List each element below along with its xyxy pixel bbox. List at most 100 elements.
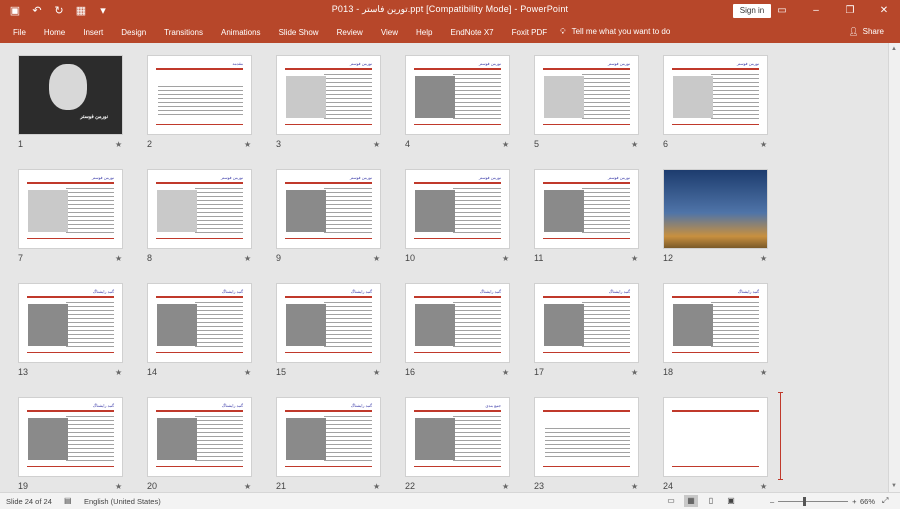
transition-star-icon[interactable]: ★ xyxy=(760,140,767,149)
ribbon-tab[interactable]: Foxit PDF xyxy=(512,28,548,37)
slide-thumbnail[interactable]: نورمن فوستر xyxy=(18,169,123,249)
vertical-scrollbar[interactable]: ▲ ▼ xyxy=(888,43,900,492)
slide-heading: گنبد رایشتاگ xyxy=(350,403,372,408)
slide-thumbnail[interactable]: نورمن فوستر xyxy=(18,55,123,135)
slide-thumbnail[interactable]: نورمن فوستر xyxy=(405,55,510,135)
language-indicator[interactable]: English (United States) xyxy=(84,497,161,506)
ribbon-tab[interactable]: Design xyxy=(121,28,146,37)
slide-thumbnail[interactable]: گنبد رایشتاگ xyxy=(534,283,639,363)
transition-star-icon[interactable]: ★ xyxy=(760,368,767,377)
ribbon-tab[interactable]: Transitions xyxy=(164,28,203,37)
slide-body-text xyxy=(453,74,501,120)
zoom-in-icon[interactable]: + xyxy=(852,497,856,506)
transition-star-icon[interactable]: ★ xyxy=(373,254,380,263)
ribbon-tab[interactable]: Slide Show xyxy=(279,28,319,37)
slide-thumbnail[interactable]: گنبد رایشتاگ xyxy=(276,397,381,477)
transition-star-icon[interactable]: ★ xyxy=(631,368,638,377)
slide-number: 6 xyxy=(663,139,669,149)
slide-thumbnail[interactable]: نورمن فوستر xyxy=(663,55,768,135)
sign-in-button[interactable]: Sign in xyxy=(733,4,771,18)
slide-image xyxy=(286,418,326,460)
transition-star-icon[interactable]: ★ xyxy=(115,254,122,263)
transition-star-icon[interactable]: ★ xyxy=(244,368,251,377)
slide-number: 13 xyxy=(18,367,29,377)
slide-image xyxy=(286,190,326,232)
share-button[interactable]: 👤︎ Share xyxy=(848,27,884,36)
ribbon-tab[interactable]: View xyxy=(381,28,398,37)
minimize-icon[interactable]: – xyxy=(810,3,822,19)
fit-to-window-icon[interactable]: ⤢ xyxy=(882,496,888,506)
slide-footer-rule xyxy=(543,238,630,239)
slideshow-view-icon[interactable]: ▣ xyxy=(724,495,738,507)
transition-star-icon[interactable]: ★ xyxy=(244,482,251,491)
transition-star-icon[interactable]: ★ xyxy=(115,482,122,491)
slide-heading: گنبد رایشتاگ xyxy=(221,289,243,294)
share-label: Share xyxy=(862,27,884,36)
slide-rule xyxy=(672,68,759,70)
slide-thumbnail[interactable]: نورمن فوستر xyxy=(405,169,510,249)
slide-thumbnail[interactable]: گنبد رایشتاگ xyxy=(663,283,768,363)
transition-star-icon[interactable]: ★ xyxy=(244,254,251,263)
transition-star-icon[interactable]: ★ xyxy=(502,482,509,491)
ribbon-tab[interactable]: Help xyxy=(416,28,432,37)
ribbon-tab[interactable]: Insert xyxy=(83,28,103,37)
slide-thumbnail[interactable]: نورمن فوستر xyxy=(276,169,381,249)
slide-thumbnail[interactable]: نورمن فوستر xyxy=(276,55,381,135)
zoom-level[interactable]: 66% xyxy=(860,497,875,506)
slide-heading: نورمن فوستر xyxy=(736,61,759,66)
transition-star-icon[interactable]: ★ xyxy=(244,140,251,149)
ribbon-tab[interactable]: File xyxy=(13,28,26,37)
ribbon-tab[interactable]: Home xyxy=(44,28,65,37)
slide-thumbnail[interactable]: مقدمه xyxy=(147,55,252,135)
slide-thumbnail[interactable]: گنبد رایشتاگ xyxy=(147,397,252,477)
slide-thumbnail[interactable]: گنبد رایشتاگ xyxy=(18,283,123,363)
slide-number: 9 xyxy=(276,253,282,263)
transition-star-icon[interactable]: ★ xyxy=(115,140,122,149)
zoom-track[interactable] xyxy=(778,497,849,506)
transition-star-icon[interactable]: ★ xyxy=(502,254,509,263)
slide-thumbnail[interactable]: گنبد رایشتاگ xyxy=(405,283,510,363)
transition-star-icon[interactable]: ★ xyxy=(115,368,122,377)
zoom-out-icon[interactable]: – xyxy=(770,497,774,506)
spelling-check-icon[interactable]: ▤ xyxy=(64,496,72,505)
transition-star-icon[interactable]: ★ xyxy=(760,254,767,263)
transition-star-icon[interactable]: ★ xyxy=(631,140,638,149)
slide-heading: نورمن فوستر xyxy=(349,175,372,180)
ribbon-tab[interactable]: Animations xyxy=(221,28,261,37)
slide-thumbnail[interactable]: نورمن فوستر xyxy=(534,55,639,135)
transition-star-icon[interactable]: ★ xyxy=(502,368,509,377)
transition-star-icon[interactable]: ★ xyxy=(631,254,638,263)
ribbon-display-icon[interactable]: ▭ xyxy=(776,3,788,19)
slide-thumbnail[interactable]: نورمن فوستر xyxy=(147,169,252,249)
zoom-thumb[interactable] xyxy=(803,497,807,506)
scroll-down-icon[interactable]: ▼ xyxy=(891,483,897,489)
close-icon[interactable]: ✕ xyxy=(878,3,890,19)
slide-sorter-view-icon[interactable]: ▦ xyxy=(684,495,698,507)
slide-thumbnail[interactable]: جمع بندی xyxy=(405,397,510,477)
restore-icon[interactable]: ❐ xyxy=(844,3,856,19)
slide-heading: گنبد رایشتاگ xyxy=(479,289,501,294)
slide-thumbnail[interactable]: گنبد رایشتاگ xyxy=(147,283,252,363)
slide-thumbnail[interactable]: نورمن فوستر xyxy=(534,169,639,249)
tell-me-box[interactable]: 💡︎ Tell me what you want to do xyxy=(560,27,670,37)
transition-star-icon[interactable]: ★ xyxy=(373,482,380,491)
transition-star-icon[interactable]: ★ xyxy=(373,140,380,149)
transition-star-icon[interactable]: ★ xyxy=(502,140,509,149)
normal-view-icon[interactable]: ▭ xyxy=(664,495,678,507)
transition-star-icon[interactable]: ★ xyxy=(760,482,767,491)
slide-number: 20 xyxy=(147,481,158,491)
zoom-slider[interactable]: – + xyxy=(770,497,857,506)
scroll-up-icon[interactable]: ▲ xyxy=(891,46,897,52)
slide-thumbnail[interactable] xyxy=(663,169,768,249)
slide-thumbnail[interactable]: گنبد رایشتاگ xyxy=(18,397,123,477)
transition-star-icon[interactable]: ★ xyxy=(631,482,638,491)
slide-image xyxy=(286,304,326,346)
ribbon-tab[interactable]: EndNote X7 xyxy=(450,28,493,37)
reading-view-icon[interactable]: ▯ xyxy=(704,495,718,507)
slide-image xyxy=(415,304,455,346)
slide-thumbnail[interactable]: گنبد رایشتاگ xyxy=(276,283,381,363)
slide-thumbnail[interactable] xyxy=(663,397,768,477)
transition-star-icon[interactable]: ★ xyxy=(373,368,380,377)
ribbon-tab[interactable]: Review xyxy=(337,28,363,37)
slide-thumbnail[interactable] xyxy=(534,397,639,477)
